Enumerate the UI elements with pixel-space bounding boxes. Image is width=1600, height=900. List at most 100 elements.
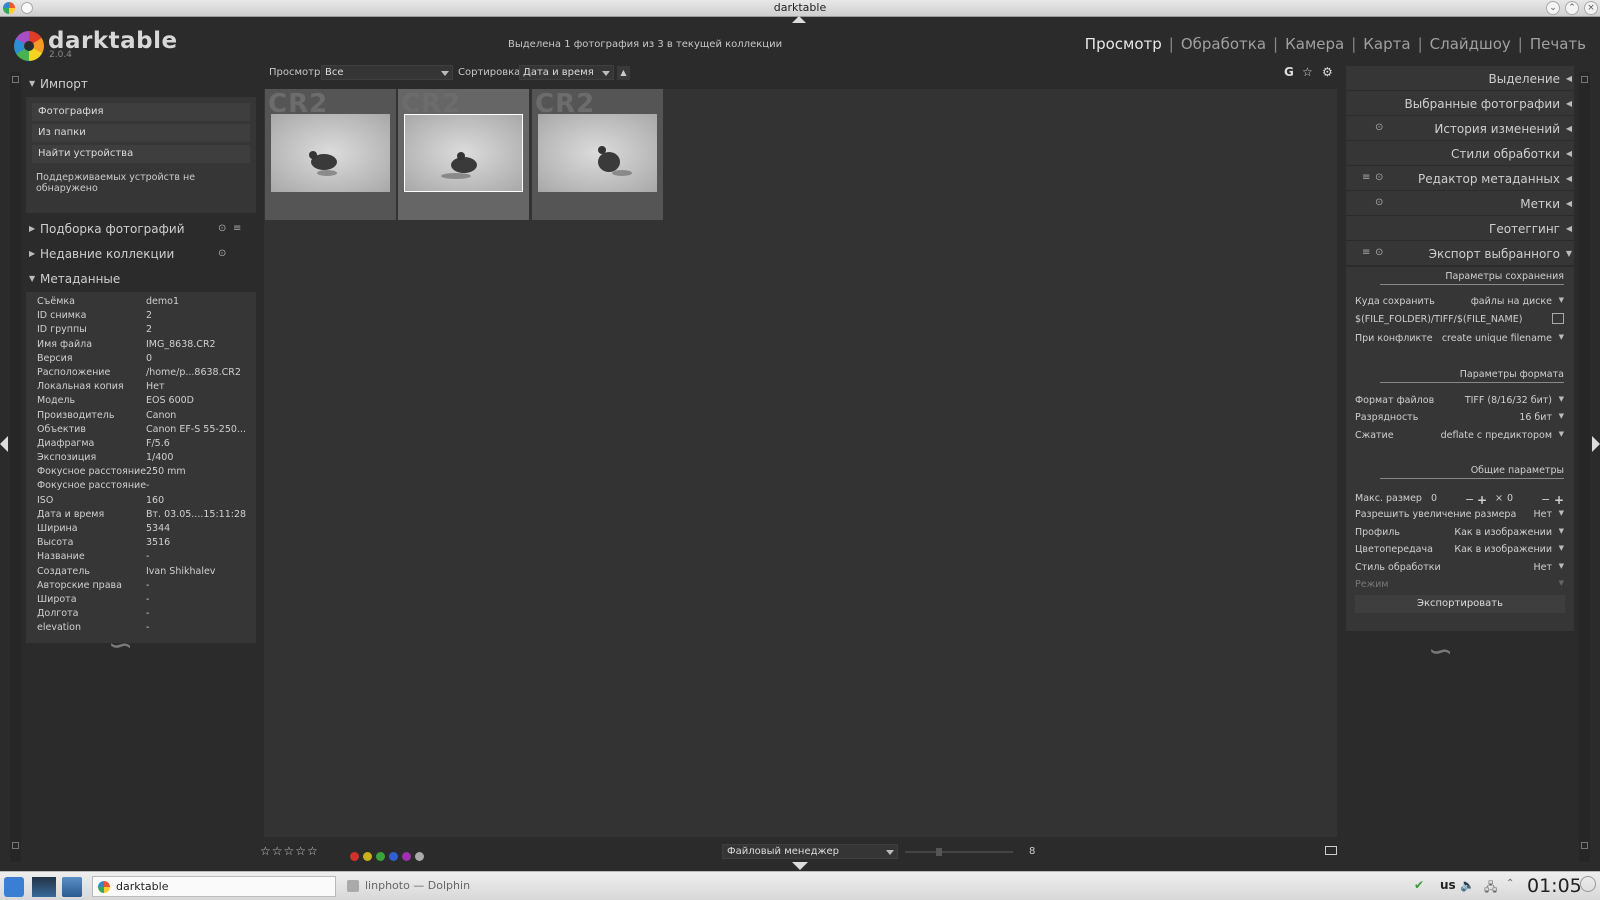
increment-icon[interactable]: +	[1554, 493, 1564, 507]
maximize-icon[interactable]: ⌃	[1565, 1, 1579, 15]
max-width-input[interactable]: 0	[1431, 493, 1437, 504]
reset-icon[interactable]: ⊙	[1375, 197, 1383, 208]
grouping-icon[interactable]: G	[1284, 65, 1294, 79]
module-header[interactable]: Стили обработки ◀	[1346, 141, 1574, 166]
decrement-icon[interactable]: −	[1541, 493, 1550, 506]
folder-icon[interactable]	[1552, 313, 1564, 324]
recent-section-header[interactable]: ▶ Недавние коллекции ⊙	[26, 242, 256, 267]
thumbnail[interactable]: CR2	[532, 89, 663, 220]
metadata-key: Локальная копия	[37, 381, 124, 393]
task-darktable[interactable]: darktable	[92, 876, 336, 897]
color-label-dot[interactable]	[376, 852, 385, 861]
close-icon[interactable]: ×	[1584, 1, 1598, 15]
metadata-key: Долгота	[37, 608, 79, 620]
presets-icon[interactable]: ≡	[1362, 172, 1370, 183]
view-filter-combo[interactable]: Все	[321, 65, 453, 80]
network-icon[interactable]: 🖧	[1484, 878, 1497, 899]
gear-icon[interactable]: ⚙	[1322, 65, 1333, 79]
right-panel-strip[interactable]	[1579, 72, 1590, 862]
display-profile-icon[interactable]	[1325, 846, 1337, 855]
app-launcher-icon[interactable]	[4, 877, 24, 897]
max-height-input[interactable]: 0	[1507, 493, 1513, 504]
view-tethering[interactable]: Камера	[1285, 35, 1344, 53]
layout-combo[interactable]: Файловый менеджер	[722, 844, 898, 859]
collapse-icon[interactable]	[12, 76, 19, 83]
thumbnail[interactable]: CR2	[265, 89, 396, 220]
star-overlay-icon[interactable]: ☆	[1302, 65, 1313, 79]
file-manager-icon[interactable]	[62, 877, 82, 897]
import-folder-button[interactable]: Из папки	[32, 124, 250, 142]
module-header[interactable]: Геотеггинг ◀	[1346, 216, 1574, 241]
metadata-row: Дата и время Вт. 03.05....15:11:28	[26, 509, 256, 523]
volume-icon[interactable]: 🔈	[1460, 878, 1475, 892]
view-lighttable[interactable]: Просмотр	[1085, 35, 1162, 53]
module-header[interactable]: Экспорт выбранного ▼ ≡ ⊙	[1346, 241, 1574, 266]
notifications-icon[interactable]	[1580, 876, 1596, 892]
left-panel-strip[interactable]	[10, 72, 21, 862]
storage-target-combo[interactable]: Куда сохранить файлы на диске ▼	[1355, 296, 1564, 310]
view-darkroom[interactable]: Обработка	[1181, 35, 1266, 53]
import-section-header[interactable]: ▼ Импорт	[26, 72, 256, 97]
left-panel-toggle-icon[interactable]	[0, 436, 8, 452]
collect-section-header[interactable]: ▶ Подборка фотографий ⊙ ≡	[26, 217, 256, 242]
tray-expand-icon[interactable]: ⌃	[1506, 878, 1514, 889]
view-slideshow[interactable]: Слайдшоу	[1430, 35, 1511, 53]
increment-icon[interactable]: +	[1477, 493, 1487, 507]
collapse-icon[interactable]	[1581, 842, 1588, 849]
zoom-slider[interactable]	[905, 848, 1013, 856]
intent-combo[interactable]: Цветопередача Как в изображении ▼	[1355, 544, 1564, 558]
sort-direction-button[interactable]: ▲	[617, 66, 630, 80]
collapse-icon[interactable]	[1581, 76, 1588, 83]
metadata-value: -	[146, 622, 150, 634]
import-photo-button[interactable]: Фотография	[32, 103, 250, 121]
decrement-icon[interactable]: −	[1465, 493, 1474, 506]
bit-depth-combo[interactable]: Разрядность 16 бит ▼	[1355, 412, 1564, 426]
zoom-value[interactable]: 8	[1029, 846, 1035, 857]
reset-icon[interactable]: ⊙	[1375, 122, 1383, 133]
reset-icon[interactable]: ⊙	[1375, 172, 1383, 183]
right-panel-toggle-icon[interactable]	[1592, 436, 1600, 452]
reset-icon[interactable]: ⊙	[218, 223, 226, 234]
conflict-combo[interactable]: При конфликте create unique filename ▼	[1355, 333, 1564, 347]
module-header[interactable]: Выделение ◀	[1346, 66, 1574, 91]
module-header[interactable]: Выбранные фотографии ◀	[1346, 91, 1574, 116]
top-panel-toggle-icon[interactable]	[792, 16, 806, 23]
view-print[interactable]: Печать	[1530, 35, 1586, 53]
collapse-icon[interactable]	[12, 842, 19, 849]
module-header[interactable]: Метки ◀ ⊙	[1346, 191, 1574, 216]
thumbnail-selected[interactable]: CR2	[398, 89, 529, 220]
export-button[interactable]: Экспортировать	[1355, 595, 1565, 613]
color-label-dot[interactable]	[402, 852, 411, 861]
upscale-combo[interactable]: Разрешить увеличение размера Нет ▼	[1355, 509, 1564, 523]
section-title: Импорт	[40, 77, 88, 91]
presets-icon[interactable]: ≡	[233, 223, 241, 234]
presets-icon[interactable]: ≡	[1362, 247, 1370, 258]
color-label-dot[interactable]	[389, 852, 398, 861]
view-map[interactable]: Карта	[1363, 35, 1410, 53]
color-label-dot[interactable]	[350, 852, 359, 861]
keyboard-layout[interactable]: us	[1440, 878, 1456, 892]
path-input[interactable]: $(FILE_FOLDER)/TIFF/$(FILE_NAME)	[1355, 314, 1535, 328]
metadata-section-header[interactable]: ▼ Метаданные	[26, 267, 256, 292]
lighttable-center[interactable]: CR2 CR2 CR2	[264, 89, 1337, 837]
scan-devices-button[interactable]: Найти устройства	[32, 145, 250, 163]
security-shield-icon[interactable]: ✔	[1414, 878, 1424, 892]
module-header[interactable]: Редактор метаданных ◀ ≡ ⊙	[1346, 166, 1574, 191]
format-combo[interactable]: Формат файлов TIFF (8/16/32 бит) ▼	[1355, 395, 1564, 409]
module-header[interactable]: История изменений ◀ ⊙	[1346, 116, 1574, 141]
sort-combo[interactable]: Дата и время	[519, 65, 614, 80]
minimize-icon[interactable]: ⌄	[1546, 1, 1560, 15]
reset-icon[interactable]: ⊙	[1375, 247, 1383, 258]
profile-combo[interactable]: Профиль Как в изображении ▼	[1355, 527, 1564, 541]
reset-icon[interactable]: ⊙	[218, 248, 226, 259]
compression-combo[interactable]: Сжатие deflate с предиктором ▼	[1355, 430, 1564, 444]
star-rating-filter[interactable]: ☆☆☆☆☆	[260, 844, 319, 858]
desktop-icon[interactable]	[32, 877, 56, 897]
color-label-dot[interactable]	[363, 852, 372, 861]
style-combo[interactable]: Стиль обработки Нет ▼	[1355, 562, 1564, 576]
clock: 01:05	[1527, 875, 1582, 897]
slider-handle[interactable]	[936, 848, 942, 856]
color-label-dot[interactable]	[415, 852, 424, 861]
task-dolphin[interactable]: linphoto — Dolphin	[342, 876, 542, 897]
bottom-panel-toggle-icon[interactable]	[792, 862, 808, 870]
